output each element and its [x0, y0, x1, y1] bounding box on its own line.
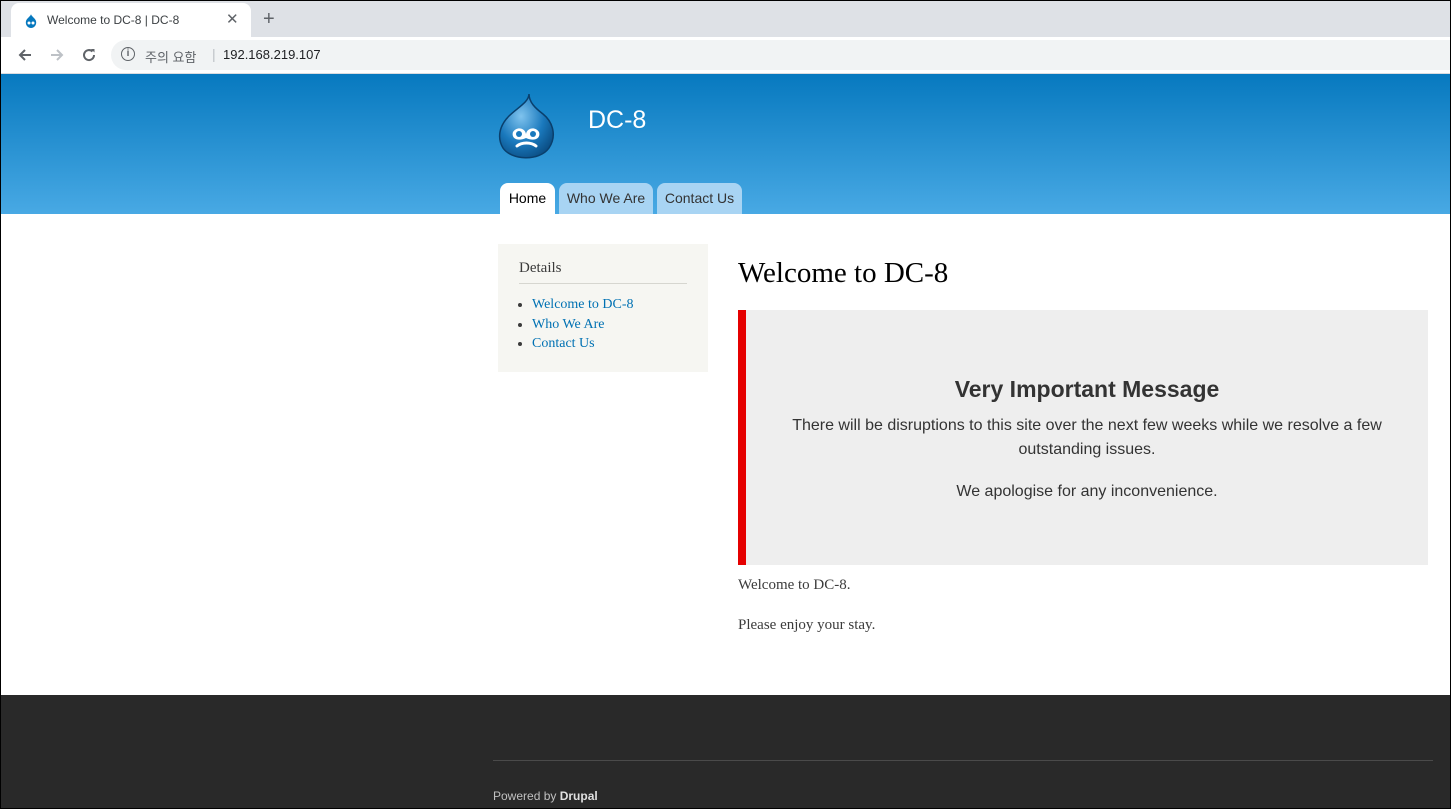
body-paragraph: Please enjoy your stay.: [738, 617, 876, 633]
info-icon[interactable]: i: [121, 47, 135, 61]
list-item: Who We Are: [532, 317, 634, 337]
alert-bar: [738, 310, 746, 565]
tab-title: Welcome to DC-8 | DC-8: [47, 13, 180, 27]
message-heading: Very Important Message: [954, 376, 1220, 402]
tab-contact-us[interactable]: Contact Us: [657, 183, 742, 214]
footer-divider: [493, 760, 1433, 761]
browser-window: Welcome to DC-8 | DC-8 ✕ + i 주의 요함 | 192…: [0, 0, 1451, 809]
security-status[interactable]: 주의 요함: [145, 47, 196, 66]
sidebar-details-block: Details Welcome to DC-8 Who We Are Conta…: [498, 244, 708, 372]
sidebar-title: Details: [519, 260, 562, 276]
drupal-link[interactable]: Drupal: [560, 789, 598, 803]
tab-bar: Welcome to DC-8 | DC-8 ✕ +: [1, 1, 1450, 37]
divider: [519, 283, 687, 284]
sidebar-link-welcome[interactable]: Welcome to DC-8: [532, 297, 634, 312]
powered-by: Powered by Drupal: [493, 789, 598, 803]
list-item: Contact Us: [532, 336, 634, 356]
page-title: Welcome to DC-8: [738, 257, 949, 289]
site-header: DC-8 Home Who We Are Contact Us: [1, 74, 1450, 214]
sidebar-list: Welcome to DC-8 Who We Are Contact Us: [532, 297, 634, 356]
drupal-logo-icon[interactable]: [495, 92, 557, 160]
site-name[interactable]: DC-8: [588, 106, 646, 135]
message-text: There will be disruptions to this site o…: [792, 417, 1382, 458]
list-item: Welcome to DC-8: [532, 297, 634, 317]
sidebar-link-who-we-are[interactable]: Who We Are: [532, 317, 604, 332]
body-paragraph: Welcome to DC-8.: [738, 577, 851, 593]
close-tab-icon[interactable]: ✕: [226, 11, 239, 29]
browser-toolbar: i 주의 요함 | 192.168.219.107: [1, 37, 1450, 74]
address-bar[interactable]: i 주의 요함 | 192.168.219.107: [111, 40, 1450, 70]
new-tab-icon[interactable]: +: [263, 7, 275, 31]
separator: |: [212, 46, 216, 62]
tab-who-we-are[interactable]: Who We Are: [559, 183, 653, 214]
tab-home[interactable]: Home: [500, 183, 555, 214]
site-footer: Powered by Drupal: [1, 695, 1450, 808]
sidebar-link-contact-us[interactable]: Contact Us: [532, 336, 595, 351]
important-message-box: Very Important Message There will be dis…: [738, 310, 1428, 565]
browser-tab[interactable]: Welcome to DC-8 | DC-8 ✕: [11, 3, 251, 37]
reload-icon[interactable]: [77, 43, 101, 67]
back-arrow-icon[interactable]: [13, 43, 37, 67]
forward-arrow-icon[interactable]: [45, 43, 69, 67]
powered-by-label: Powered by: [493, 789, 560, 803]
drupal-favicon-icon: [25, 14, 37, 28]
url-text[interactable]: 192.168.219.107: [223, 47, 321, 62]
message-apology: We apologise for any inconvenience.: [956, 483, 1218, 500]
